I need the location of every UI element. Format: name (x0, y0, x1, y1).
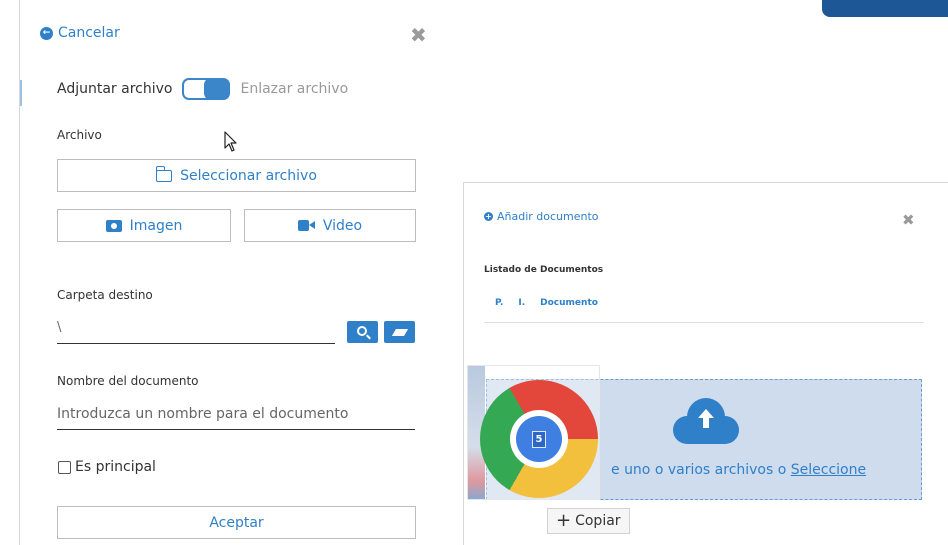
column-header[interactable]: I. (518, 298, 525, 308)
select-file-label: Seleccionar archivo (180, 167, 317, 184)
toggle-knob (204, 78, 231, 100)
folder-clear-button[interactable] (384, 321, 415, 343)
folder-field[interactable]: \ (57, 318, 335, 344)
file-section-label: Archivo (57, 128, 102, 142)
left-divider-marker (20, 80, 22, 106)
add-document-link[interactable]: + Añadir documento (484, 210, 599, 223)
column-header[interactable]: Documento (540, 298, 598, 308)
cancel-label: Cancelar (58, 25, 120, 41)
dropzone-text: e uno o varios archivos o Seleccione (611, 462, 866, 478)
dropzone-instruction: e uno o varios archivos o (611, 462, 791, 478)
select-file-button[interactable]: Seleccionar archivo (57, 159, 416, 192)
plus-icon: + (556, 510, 572, 531)
image-label: Imagen (129, 217, 183, 234)
mouse-pointer-icon (224, 131, 237, 152)
arrow-left-circle-icon: ← (40, 26, 53, 40)
header-divider (484, 322, 924, 323)
folder-open-icon (155, 165, 173, 182)
link-file-label: Enlazar archivo (240, 81, 349, 97)
dropzone-select-link[interactable]: Seleccione (791, 462, 866, 478)
video-button[interactable]: Video (244, 209, 416, 242)
top-right-tab[interactable] (822, 0, 948, 17)
accept-button[interactable]: Aceptar (57, 506, 416, 539)
document-list-header: P. I. Documento (495, 298, 613, 308)
video-camera-icon (297, 220, 315, 231)
close-icon[interactable]: ✖ (902, 211, 915, 229)
cloud-upload-icon (673, 398, 739, 444)
accept-label: Aceptar (209, 514, 264, 531)
close-icon[interactable]: ✖ (410, 23, 427, 47)
folder-search-button[interactable] (347, 321, 378, 343)
cancel-link[interactable]: ← Cancelar (40, 25, 120, 41)
column-header[interactable]: P. (495, 298, 503, 308)
camera-icon (105, 219, 122, 232)
doc-name-label: Nombre del documento (57, 374, 199, 388)
attach-link-toggle[interactable] (182, 78, 231, 100)
drag-preview: 5 (467, 365, 600, 500)
document-list-title: Listado de Documentos (484, 265, 604, 275)
principal-row: Es principal (58, 459, 156, 475)
copy-label: Copiar (575, 513, 621, 529)
principal-label: Es principal (75, 459, 156, 475)
search-icon (356, 326, 367, 336)
principal-checkbox[interactable] (58, 460, 71, 474)
folder-label: Carpeta destino (57, 288, 153, 302)
chrome-icon: 5 (480, 380, 598, 498)
eraser-icon (391, 328, 408, 336)
attach-mode-row: Adjuntar archivo Enlazar archivo (57, 78, 348, 100)
plus-circle-icon: + (484, 211, 493, 221)
add-document-label: Añadir documento (497, 210, 599, 223)
image-button[interactable]: Imagen (57, 209, 231, 242)
attach-file-label: Adjuntar archivo (57, 81, 173, 97)
html5-badge-icon: 5 (532, 430, 546, 448)
drag-copy-tooltip: + Copiar (547, 508, 630, 534)
video-label: Video (322, 217, 363, 234)
doc-name-input[interactable] (57, 398, 415, 430)
